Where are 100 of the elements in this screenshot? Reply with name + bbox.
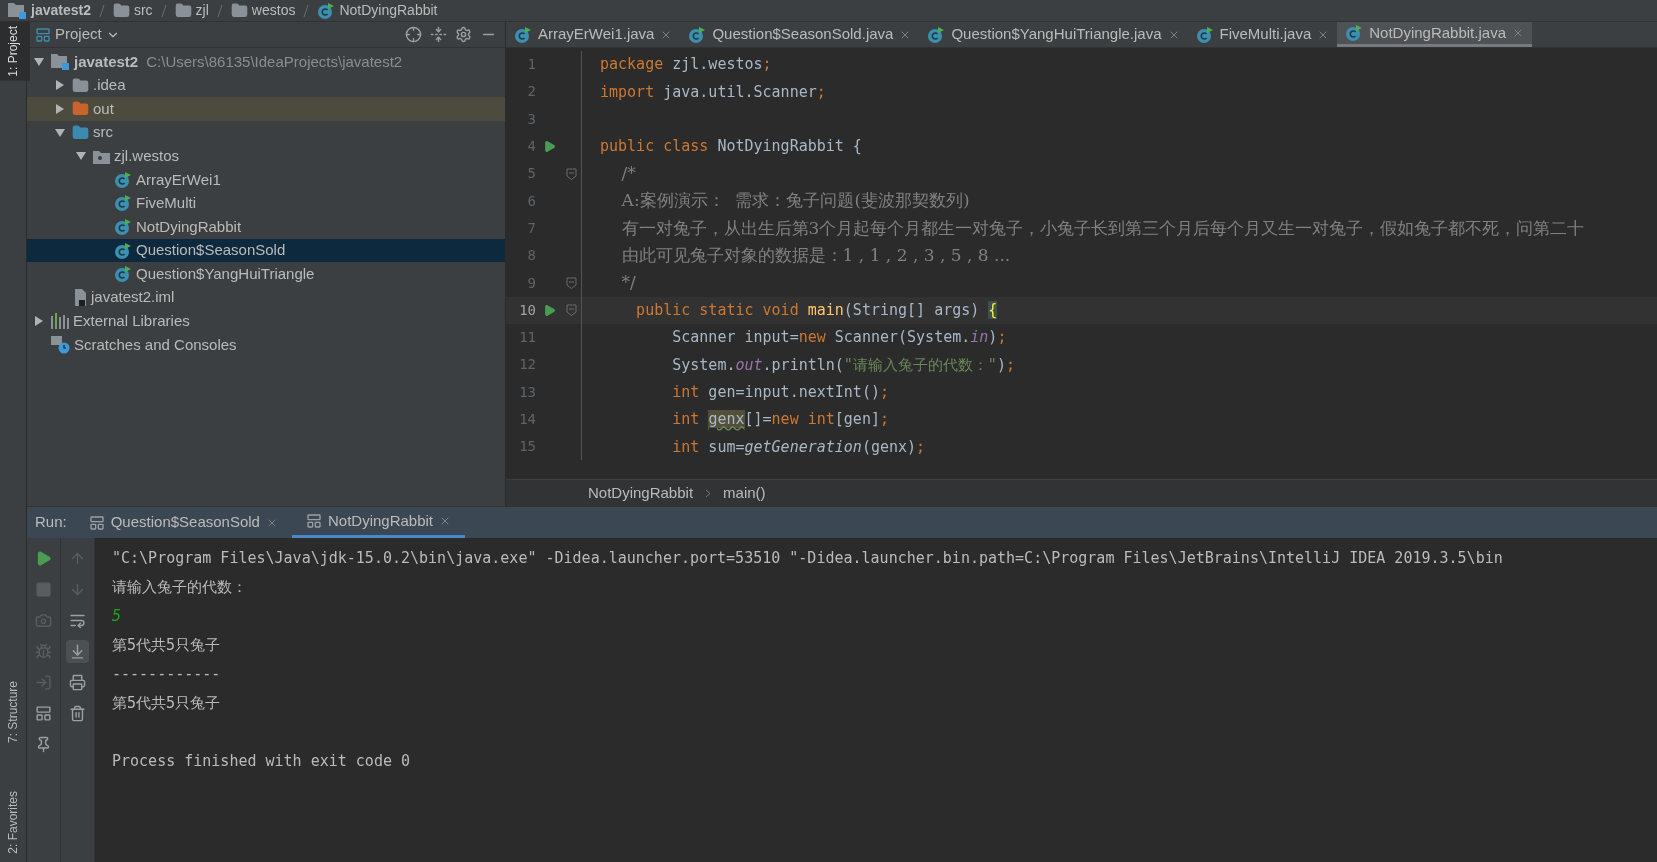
class-icon	[114, 170, 132, 189]
editor-tab[interactable]: Question$SeasonSold.java	[680, 22, 920, 47]
camera-icon[interactable]	[35, 612, 52, 629]
line-number: 3	[526, 109, 536, 129]
class-icon	[688, 25, 707, 44]
run-label: Run:	[34, 512, 68, 533]
tool-window-tab[interactable]: 2: Favorites	[0, 787, 30, 858]
line-number: 6	[526, 191, 536, 211]
folder-icon	[72, 124, 89, 142]
tool-window-tab[interactable]: 7: Structure	[0, 677, 30, 748]
tree-item[interactable]: javatest2.iml	[27, 285, 505, 310]
tree-item-label: Question$YangHuiTriangle	[136, 263, 315, 284]
tree-item[interactable]: src	[27, 120, 505, 145]
tree-item[interactable]: out	[27, 97, 505, 121]
exit-icon[interactable]	[35, 674, 52, 691]
tree-item-label: External Libraries	[73, 311, 190, 332]
project-path: C:\Users\86135\IdeaProjects\javatest2	[146, 51, 403, 72]
collapsed-arrow-icon[interactable]	[33, 315, 45, 328]
console-line: "C:\Program Files\Java\jdk-15.0.2\bin\java.exe" -Didea.launcher.port=53510 "-Didea.launcher.bin.path=C:\Program Files\JetBrains\IntelliJ IDEA 2019.3.5\bin	[112, 548, 1503, 570]
folder-icon	[112, 2, 130, 19]
breadcrumb-item[interactable]: javatest2	[31, 0, 91, 21]
close-icon[interactable]	[1512, 27, 1524, 39]
code-line: import java.util.Scanner;	[599, 81, 826, 103]
settings-icon[interactable]	[455, 26, 472, 43]
folder-icon	[174, 2, 192, 19]
class-icon	[317, 1, 336, 20]
slash-separator-icon	[303, 3, 310, 18]
tree-item-label: Question$SeasonSold	[136, 240, 286, 261]
code-line: Scanner input=new Scanner(System.in);	[671, 327, 1007, 349]
tree-item[interactable]: NotDyingRabbit	[27, 215, 505, 239]
code-line: System.out.println("请输入兔子的代数：");	[671, 354, 1015, 376]
tool-window-tab[interactable]: 1: Project	[0, 22, 30, 81]
console-line: 第5代共5只兔子	[112, 635, 221, 657]
slash-separator-icon	[160, 3, 167, 18]
tree-item-label: javatest2	[74, 51, 139, 72]
code-line: 由此可见兔子对象的数据是：1 , 1 , 2 , 3 , 5 , 8 ...	[620, 243, 1011, 267]
editor-tab[interactable]: ArrayErWei1.java	[506, 22, 681, 47]
tree-item-label: out	[93, 98, 114, 119]
tree-item[interactable]: javatest2 C:\Users\86135\IdeaProjects\javatest2	[27, 50, 505, 74]
collapsed-arrow-icon[interactable]	[54, 103, 66, 115]
print-icon[interactable]	[69, 674, 86, 691]
tree-item[interactable]: Question$SeasonSold	[27, 238, 505, 263]
layout-icon[interactable]	[35, 705, 52, 722]
fold-icon[interactable]	[566, 167, 577, 180]
collapse-all-icon[interactable]	[430, 26, 447, 43]
folder-icon	[72, 100, 89, 118]
expanded-arrow-icon[interactable]	[54, 126, 66, 139]
chevron-icon	[705, 488, 712, 498]
expanded-arrow-icon[interactable]	[33, 55, 45, 68]
tree-item[interactable]: .idea	[27, 73, 505, 98]
line-number: 11	[518, 328, 536, 348]
line-number: 15	[518, 437, 536, 457]
rerun-icon[interactable]	[35, 550, 52, 567]
run-tab[interactable]: Question$SeasonSold	[74, 507, 292, 538]
breadcrumb-item[interactable]: NotDyingRabbit	[588, 481, 694, 505]
console-line: ------------	[112, 664, 221, 686]
project-view-dropdown[interactable]: Project	[35, 23, 120, 46]
fold-icon[interactable]	[566, 277, 577, 289]
tree-item[interactable]: ArrayErWei1	[27, 167, 505, 192]
console-icon	[88, 514, 105, 531]
run-icon[interactable]	[542, 140, 556, 154]
collapsed-arrow-icon[interactable]	[54, 79, 66, 92]
locate-icon[interactable]	[405, 26, 422, 43]
code-line: */	[620, 271, 636, 295]
stop-icon[interactable]	[35, 581, 52, 598]
tree-item[interactable]: FiveMulti	[27, 191, 505, 216]
console-line: Process finished with exit code 0	[112, 751, 410, 773]
soft-wrap-icon[interactable]	[69, 612, 86, 629]
trash-icon[interactable]	[69, 705, 86, 722]
code-line: package zjl.westos;	[599, 54, 772, 76]
run-icon[interactable]	[542, 303, 556, 317]
tree-item[interactable]: Question$YangHuiTriangle	[27, 262, 505, 286]
code-line: int gen=input.nextInt();	[671, 381, 889, 403]
folder-icon	[230, 2, 248, 19]
editor-tab[interactable]: FiveMulti.java	[1187, 22, 1338, 47]
tree-item[interactable]: zjl.westos	[27, 144, 505, 168]
file-icon	[72, 289, 87, 307]
down-arrow-icon[interactable]	[69, 581, 86, 598]
line-number: 1	[526, 55, 536, 75]
class-icon	[114, 265, 132, 284]
console-line: 请输入兔子的代数：	[112, 577, 247, 599]
breadcrumb-item[interactable]: westos	[251, 0, 296, 21]
breadcrumb-item[interactable]: NotDyingRabbit	[339, 0, 438, 21]
line-number: 5	[526, 164, 536, 184]
editor-tab[interactable]: NotDyingRabbit.java	[1337, 22, 1532, 47]
tree-item-label: .idea	[93, 75, 126, 96]
scroll-to-end-icon[interactable]	[69, 643, 86, 660]
up-arrow-icon[interactable]	[69, 550, 86, 567]
class-icon	[114, 194, 132, 213]
editor-tab[interactable]: Question$YangHuiTriangle.java	[919, 22, 1188, 47]
bug-icon[interactable]	[35, 643, 52, 660]
code-line: /*	[620, 162, 636, 186]
tree-item[interactable]: Scratches and Consoles	[27, 333, 505, 357]
fold-icon[interactable]	[566, 304, 577, 317]
breadcrumb-item[interactable]: zjl	[195, 0, 209, 21]
tree-item-label: NotDyingRabbit	[136, 216, 242, 237]
breadcrumb-item[interactable]: main()	[723, 481, 766, 505]
tree-item[interactable]: External Libraries	[27, 309, 505, 334]
breadcrumb-item[interactable]: src	[133, 0, 153, 21]
pin-icon[interactable]	[35, 736, 52, 753]
